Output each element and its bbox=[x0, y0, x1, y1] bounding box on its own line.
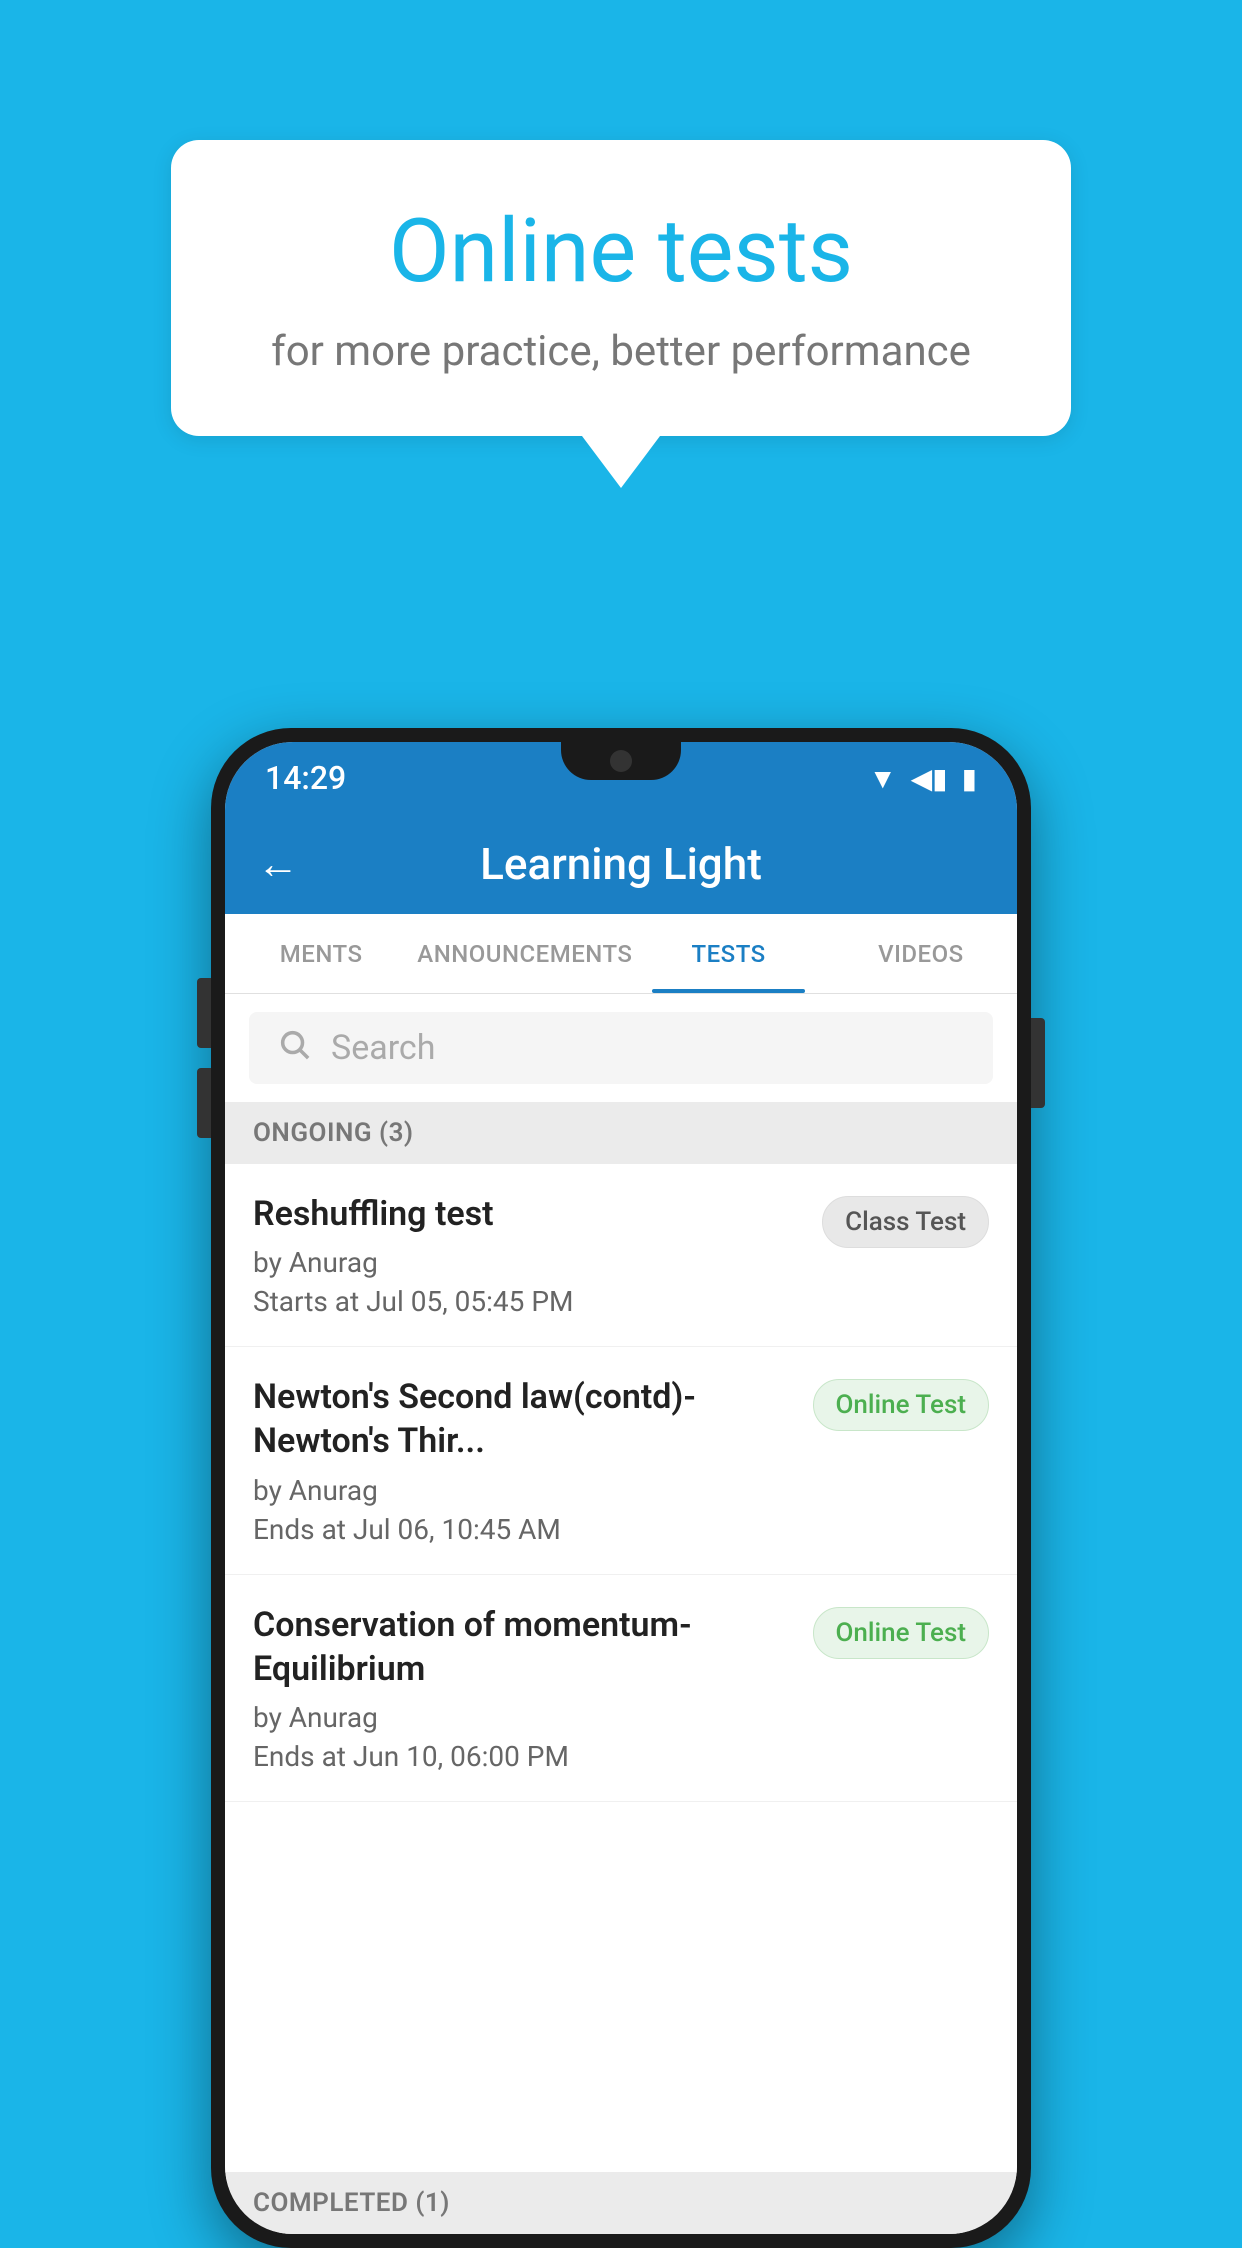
test-item[interactable]: Reshuffling test by Anurag Starts at Jul… bbox=[225, 1164, 1017, 1347]
test-badge-online-2: Online Test bbox=[813, 1607, 990, 1659]
test-date: Starts at Jul 05, 05:45 PM bbox=[253, 1285, 802, 1318]
test-badge-online: Online Test bbox=[813, 1379, 990, 1431]
test-author: by Anurag bbox=[253, 1474, 793, 1507]
test-title: Reshuffling test bbox=[253, 1192, 802, 1236]
search-container: Search bbox=[225, 994, 1017, 1102]
tab-tests[interactable]: TESTS bbox=[632, 914, 824, 993]
volume-up-button bbox=[197, 978, 211, 1048]
app-bar: ← Learning Light bbox=[225, 814, 1017, 914]
completed-section-header: COMPLETED (1) bbox=[225, 2172, 1017, 2234]
search-input[interactable]: Search bbox=[249, 1012, 993, 1084]
test-info: Conservation of momentum-Equilibrium by … bbox=[253, 1603, 793, 1773]
tab-bar: MENTS ANNOUNCEMENTS TESTS VIDEOS bbox=[225, 914, 1017, 994]
phone-screen: 14:29 ▼ ◀▮ ▮ ← Learning Light MENTS ANNO… bbox=[225, 742, 1017, 2234]
test-info: Reshuffling test by Anurag Starts at Jul… bbox=[253, 1192, 802, 1318]
search-placeholder: Search bbox=[331, 1028, 435, 1068]
volume-down-button bbox=[197, 1068, 211, 1138]
wifi-icon: ▼ bbox=[869, 762, 897, 795]
tab-announcements[interactable]: ANNOUNCEMENTS bbox=[417, 914, 632, 993]
test-author: by Anurag bbox=[253, 1246, 802, 1279]
signal-icon: ◀▮ bbox=[911, 762, 948, 795]
test-info: Newton's Second law(contd)-Newton's Thir… bbox=[253, 1375, 793, 1545]
test-date: Ends at Jul 06, 10:45 AM bbox=[253, 1513, 793, 1546]
app-title: Learning Light bbox=[329, 838, 913, 890]
phone-frame: 14:29 ▼ ◀▮ ▮ ← Learning Light MENTS ANNO… bbox=[211, 728, 1031, 2248]
status-time: 14:29 bbox=[265, 759, 346, 797]
search-icon bbox=[277, 1027, 311, 1070]
speech-bubble: Online tests for more practice, better p… bbox=[171, 140, 1071, 436]
test-author: by Anurag bbox=[253, 1701, 793, 1734]
status-icons: ▼ ◀▮ ▮ bbox=[869, 762, 977, 795]
front-camera bbox=[610, 750, 632, 772]
test-date: Ends at Jun 10, 06:00 PM bbox=[253, 1740, 793, 1773]
power-button bbox=[1031, 1018, 1045, 1108]
test-badge-class: Class Test bbox=[822, 1196, 989, 1248]
test-title: Conservation of momentum-Equilibrium bbox=[253, 1603, 793, 1691]
test-item[interactable]: Conservation of momentum-Equilibrium by … bbox=[225, 1575, 1017, 1802]
tab-videos[interactable]: VIDEOS bbox=[825, 914, 1017, 993]
speech-bubble-container: Online tests for more practice, better p… bbox=[171, 140, 1071, 436]
bubble-title: Online tests bbox=[251, 200, 991, 303]
back-button[interactable]: ← bbox=[257, 840, 299, 889]
test-title: Newton's Second law(contd)-Newton's Thir… bbox=[253, 1375, 793, 1463]
test-item[interactable]: Newton's Second law(contd)-Newton's Thir… bbox=[225, 1347, 1017, 1574]
bubble-subtitle: for more practice, better performance bbox=[251, 327, 991, 376]
test-list: Reshuffling test by Anurag Starts at Jul… bbox=[225, 1164, 1017, 2172]
tab-ments[interactable]: MENTS bbox=[225, 914, 417, 993]
ongoing-section-header: ONGOING (3) bbox=[225, 1102, 1017, 1164]
battery-icon: ▮ bbox=[962, 762, 977, 795]
